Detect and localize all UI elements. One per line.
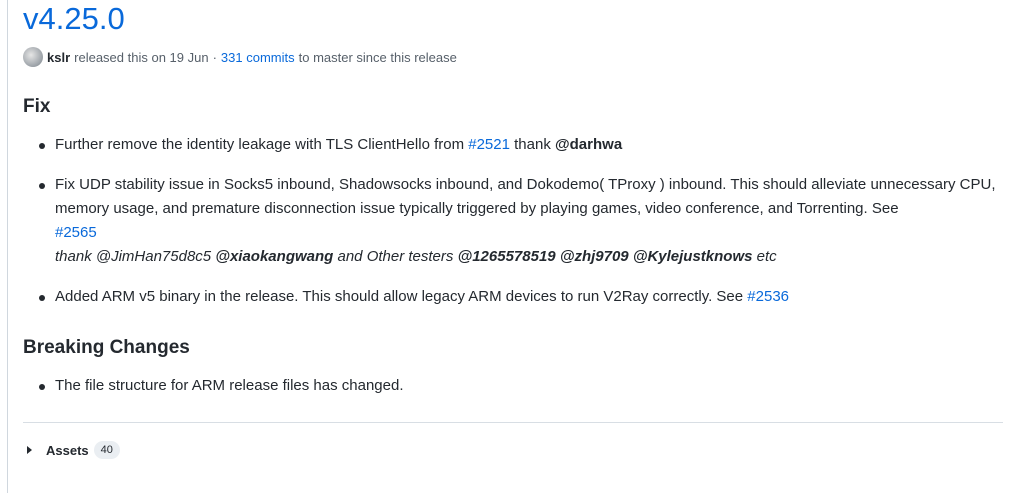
- thanks-text: thank @JimHan75d8c5: [55, 248, 212, 265]
- release-meta: kslr released this on 19 Jun · 331 commi…: [23, 47, 461, 67]
- release-title[interactable]: v4.25.0: [23, 0, 125, 38]
- left-border: [7, 0, 8, 493]
- mention-link[interactable]: @1265578519: [458, 248, 556, 265]
- item-text: The file structure for ARM release files…: [55, 377, 404, 394]
- author-link[interactable]: kslr: [47, 50, 70, 65]
- mention-link[interactable]: @zhj9709: [560, 248, 629, 265]
- middot: ·: [212, 49, 217, 65]
- breaking-heading: Breaking Changes: [23, 337, 190, 358]
- avatar[interactable]: [23, 47, 43, 67]
- list-item: Added ARM v5 binary in the release. This…: [23, 285, 1013, 309]
- issue-link[interactable]: #2521: [468, 136, 510, 153]
- list-item: The file structure for ARM release files…: [23, 374, 1013, 398]
- list-item: Further remove the identity leakage with…: [23, 133, 1013, 157]
- mention-link[interactable]: @Kylejustknows: [633, 248, 753, 265]
- issue-link[interactable]: #2536: [747, 288, 789, 305]
- assets-toggle[interactable]: Assets 40: [27, 440, 120, 460]
- commits-link[interactable]: 331 commits: [221, 50, 295, 65]
- issue-link[interactable]: #2565: [55, 224, 97, 241]
- divider: [23, 422, 1003, 423]
- thanks-line: thank @JimHan75d8c5 @xiaokangwang and Ot…: [55, 248, 777, 265]
- commits-suffix: to master since this release: [298, 49, 457, 65]
- bullet-icon: [39, 295, 45, 301]
- list-item: Fix UDP stability issue in Socks5 inboun…: [23, 173, 1013, 269]
- thanks-text: and Other testers: [337, 248, 454, 265]
- mention-link[interactable]: @xiaokangwang: [215, 248, 333, 265]
- released-text: released this on 19 Jun: [74, 49, 209, 65]
- item-text: Fix UDP stability issue in Socks5 inboun…: [55, 176, 996, 217]
- mention-link[interactable]: @darhwa: [555, 136, 622, 153]
- breaking-list: The file structure for ARM release files…: [23, 374, 1013, 398]
- item-text: thank: [514, 136, 551, 153]
- bullet-icon: [39, 384, 45, 390]
- bullet-icon: [39, 183, 45, 189]
- thanks-text: etc: [756, 248, 777, 265]
- fix-list: Further remove the identity leakage with…: [23, 133, 1013, 309]
- item-text: Further remove the identity leakage with…: [55, 136, 465, 153]
- caret-right-icon: [27, 446, 32, 454]
- assets-count-badge: 40: [93, 441, 120, 459]
- item-text: Added ARM v5 binary in the release. This…: [55, 288, 744, 305]
- bullet-icon: [39, 143, 45, 149]
- assets-label: Assets: [46, 442, 89, 458]
- fix-heading: Fix: [23, 96, 51, 117]
